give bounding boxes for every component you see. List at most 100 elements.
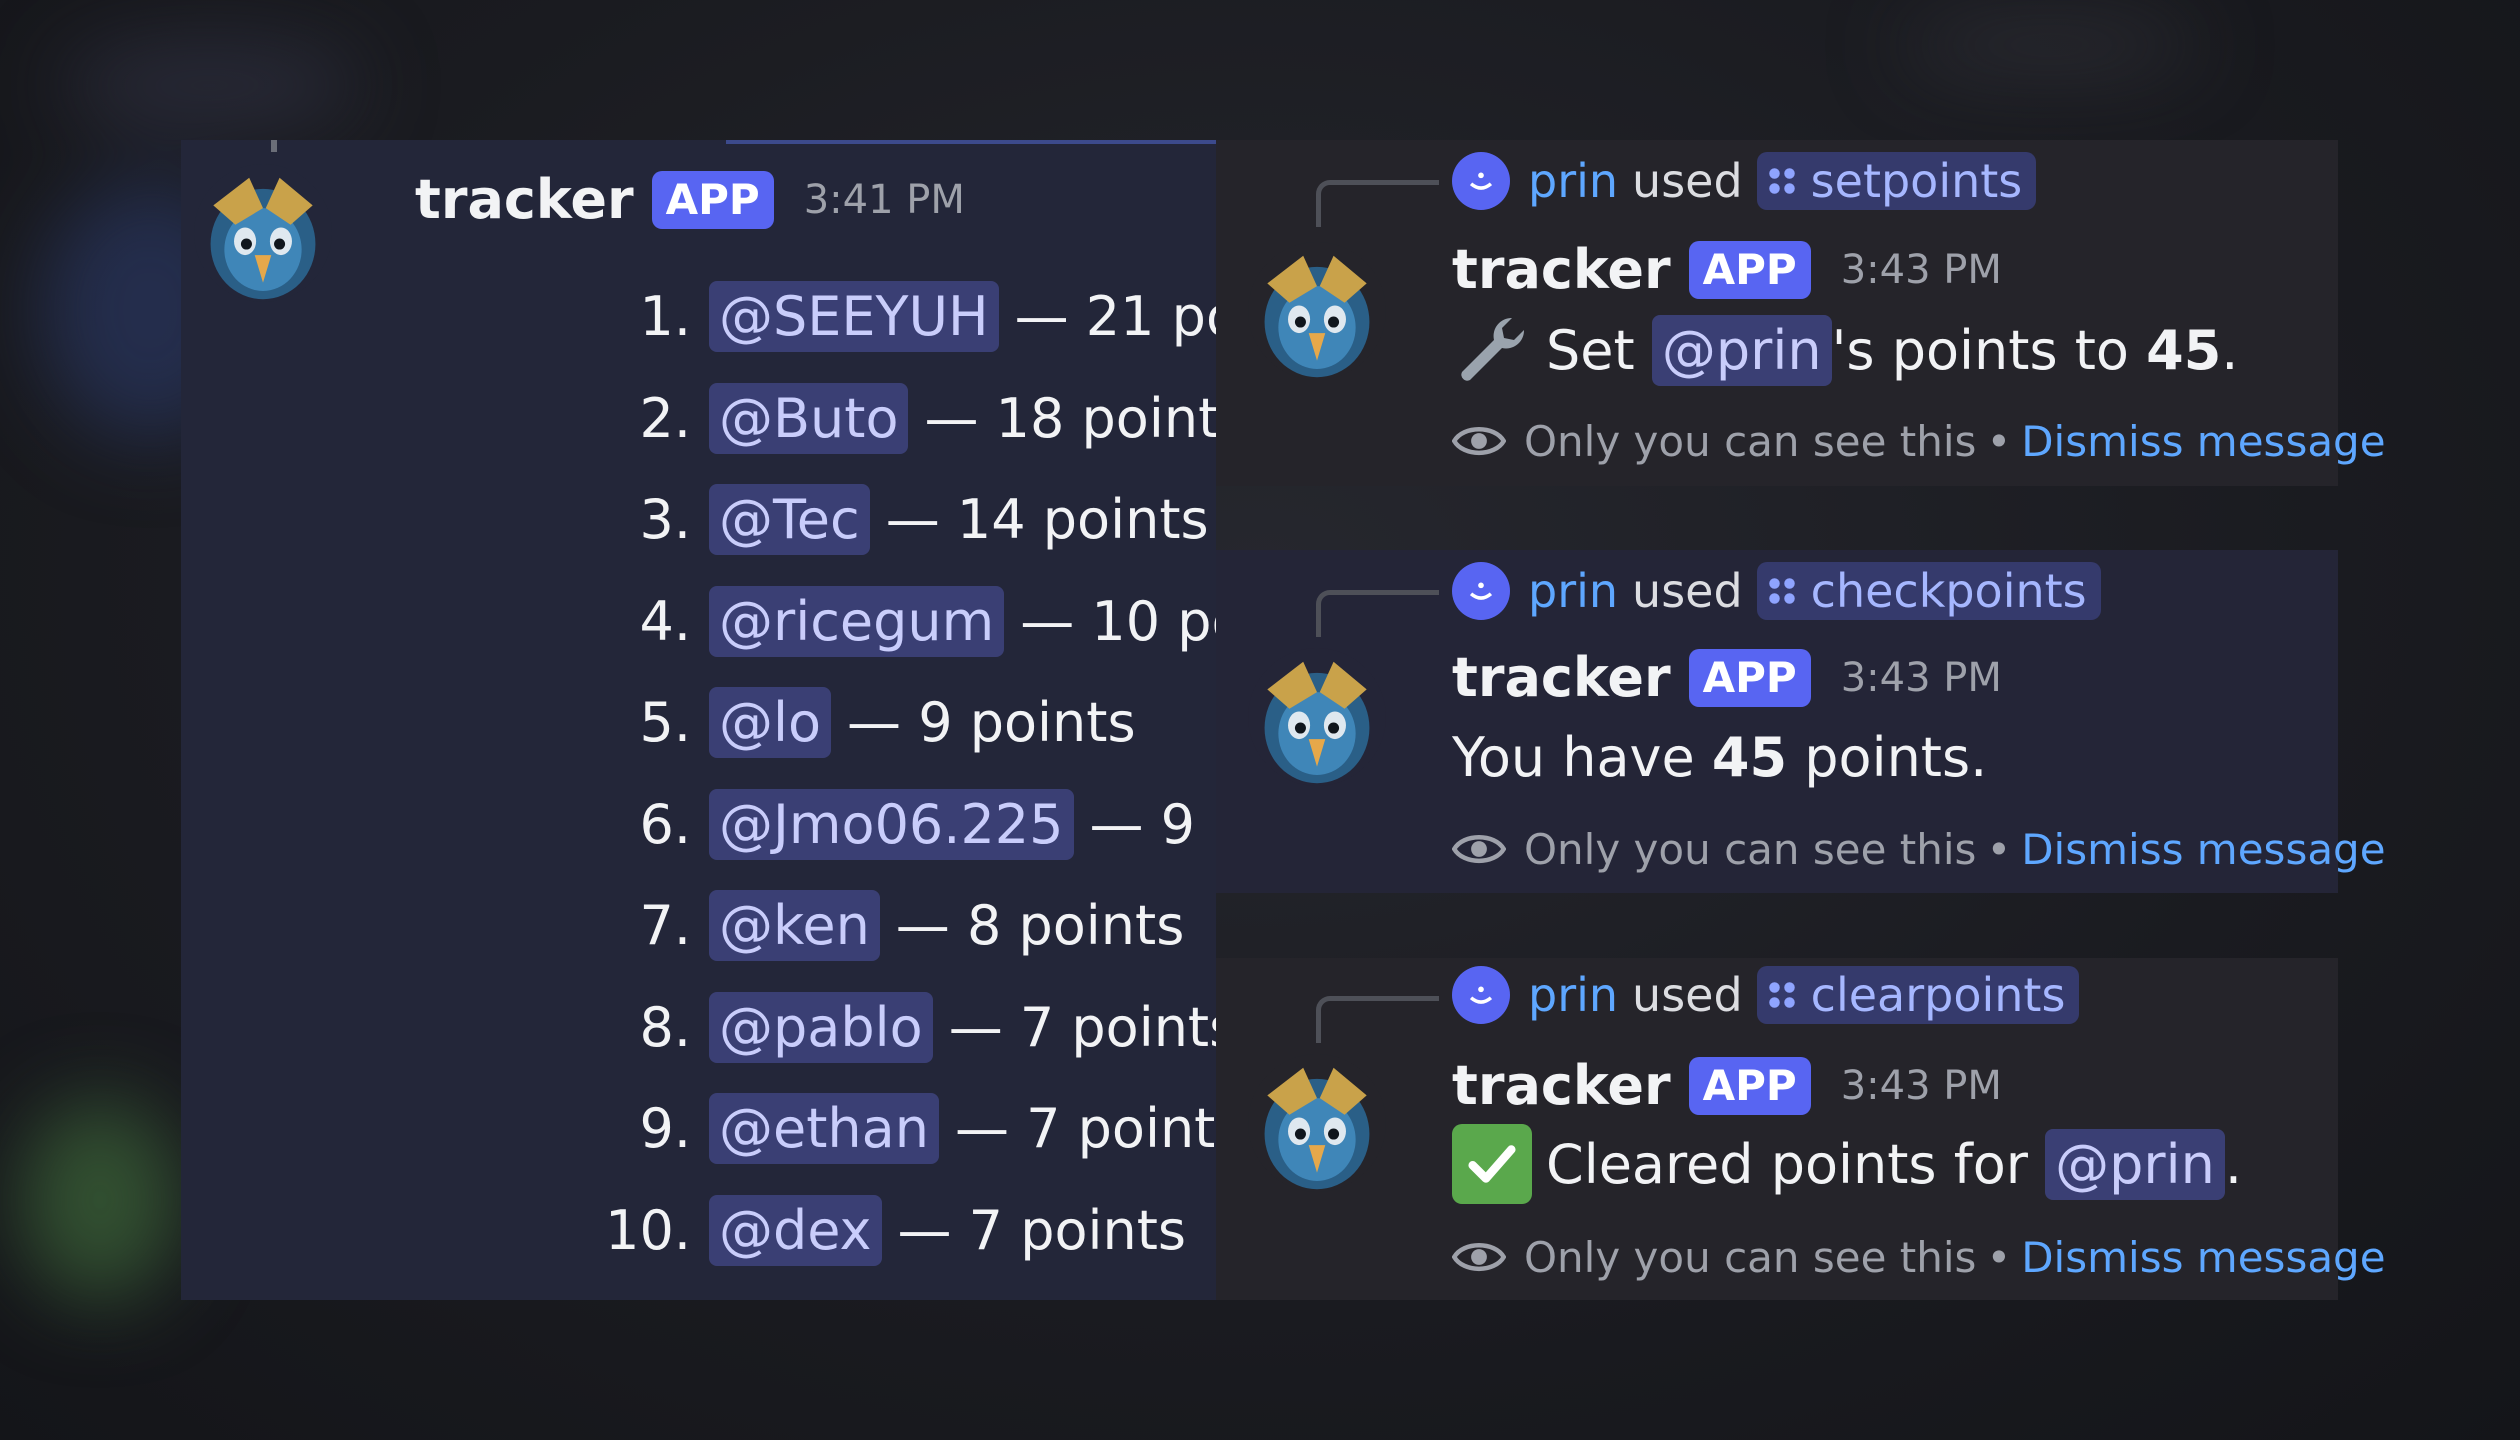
- reply-header: prin used checkpoints: [1452, 562, 2101, 620]
- separator-dot: •: [1986, 824, 2012, 874]
- leaderboard-message: tracker APP 3:41 PM 1. @SEEYUH — 21 points…: [181, 140, 1378, 1300]
- bot-avatar-icon[interactable]: [1248, 242, 1386, 380]
- user-mention[interactable]: @Buto: [709, 382, 909, 454]
- command-name: checkpoints: [1810, 564, 2087, 618]
- points-text: — 8 points: [895, 894, 1185, 958]
- timestamp[interactable]: 3:41 PM: [804, 177, 965, 223]
- message-content: Cleared points for @prin.: [1452, 1124, 2242, 1204]
- rank-number: 8.: [639, 995, 691, 1059]
- reply-header: prin used setpoints: [1452, 152, 2037, 210]
- user-mention[interactable]: @SEEYUH: [709, 281, 999, 353]
- points-value: 45: [1711, 725, 1788, 789]
- wrench-icon: [1461, 317, 1525, 381]
- command-chip[interactable]: clearpoints: [1756, 966, 2080, 1024]
- timestamp[interactable]: 3:43 PM: [1841, 1063, 2002, 1109]
- reply-username[interactable]: prin: [1528, 564, 1618, 618]
- user-mention[interactable]: @pablo: [709, 991, 933, 1063]
- ephemeral-notice: Only you can see this • Dismiss message: [1452, 822, 2386, 876]
- message-text: .: [2221, 318, 2239, 382]
- message-header: tracker APP 3:43 PM: [1452, 1054, 2002, 1117]
- slash-command-icon: [1768, 578, 1795, 604]
- message-text: 's points to: [1831, 318, 2129, 382]
- points-text: — 18 points: [924, 386, 1248, 450]
- message-text: Cleared points for: [1546, 1132, 2028, 1196]
- dismiss-message-link[interactable]: Dismiss message: [2021, 1233, 2385, 1282]
- message-text: .: [2224, 1132, 2243, 1196]
- app-badge: APP: [1688, 648, 1811, 707]
- rank-number: 4.: [639, 589, 691, 653]
- ephemeral-notice: Only you can see this • Dismiss message: [1452, 414, 2386, 468]
- rank-number: 6.: [639, 792, 691, 856]
- user-mention[interactable]: @Jmo06.225: [709, 788, 1074, 860]
- points-text: — 14 points: [885, 488, 1209, 552]
- rank-number: 5.: [639, 691, 691, 755]
- timestamp[interactable]: 3:43 PM: [1841, 247, 2002, 293]
- reply-used-text: used: [1632, 154, 1743, 208]
- app-badge: APP: [651, 170, 774, 229]
- slash-command-icon: [1768, 982, 1795, 1008]
- points-text: — 7 points: [948, 995, 1238, 1059]
- command-name: clearpoints: [1810, 968, 2066, 1022]
- message-text: Set: [1546, 318, 1635, 382]
- user-mention[interactable]: @prin: [1651, 314, 1832, 386]
- eye-icon: [1452, 1243, 1506, 1271]
- bot-avatar-icon[interactable]: [1248, 648, 1386, 786]
- app-badge: APP: [1688, 240, 1811, 299]
- author-name[interactable]: tracker: [1452, 646, 1671, 709]
- points-text: — 7 points: [897, 1198, 1187, 1262]
- bot-avatar-icon[interactable]: [194, 164, 332, 302]
- clearpoints-message: prin used clearpoints tracker APP 3:43 P…: [1216, 958, 2386, 1300]
- user-mention[interactable]: @prin: [2045, 1128, 2225, 1200]
- reply-connector: [1316, 180, 1439, 227]
- user-mention[interactable]: @Tec: [709, 484, 870, 556]
- reply-username[interactable]: prin: [1528, 968, 1618, 1022]
- message-content: Set @prin's points to 45.: [1452, 310, 2238, 390]
- user-avatar-icon[interactable]: [1452, 966, 1510, 1024]
- message-text: You have: [1452, 725, 1695, 789]
- rank-number: 2.: [639, 386, 691, 450]
- user-mention[interactable]: @ethan: [709, 1093, 939, 1165]
- dismiss-message-link[interactable]: Dismiss message: [2021, 417, 2385, 466]
- user-mention[interactable]: @dex: [709, 1194, 882, 1266]
- separator-dot: •: [1986, 1232, 2012, 1282]
- rank-number: 1.: [639, 285, 691, 349]
- author-name[interactable]: tracker: [1452, 238, 1671, 301]
- reply-header: prin used clearpoints: [1452, 966, 2080, 1024]
- command-chip[interactable]: checkpoints: [1756, 562, 2101, 620]
- separator-dot: •: [1986, 416, 2012, 466]
- reply-connector: [1316, 996, 1439, 1043]
- ephemeral-text: Only you can see this: [1524, 824, 1977, 874]
- ephemeral-text: Only you can see this: [1524, 416, 1977, 466]
- divider-tick: [271, 140, 277, 152]
- message-header: tracker APP 3:43 PM: [1452, 238, 2002, 301]
- author-name[interactable]: tracker: [1452, 1054, 1671, 1117]
- author-name[interactable]: tracker: [415, 168, 634, 231]
- ephemeral-notice: Only you can see this • Dismiss message: [1452, 1230, 2386, 1284]
- rank-number: 3.: [639, 488, 691, 552]
- reply-connector: [1316, 590, 1439, 637]
- rank-number: 7.: [639, 894, 691, 958]
- reply-username[interactable]: prin: [1528, 154, 1618, 208]
- message-header: tracker APP 3:41 PM: [415, 168, 965, 231]
- user-mention[interactable]: @ricegum: [709, 585, 1005, 657]
- reply-used-text: used: [1632, 564, 1743, 618]
- dismiss-message-link[interactable]: Dismiss message: [2021, 825, 2385, 874]
- message-header: tracker APP 3:43 PM: [1452, 646, 2002, 709]
- command-chip[interactable]: setpoints: [1756, 152, 2037, 210]
- rank-number: 10.: [605, 1198, 691, 1262]
- message-text: points.: [1804, 725, 1988, 789]
- slash-command-icon: [1768, 168, 1795, 194]
- user-mention[interactable]: @lo: [709, 687, 832, 759]
- highlight-line: [726, 140, 1251, 144]
- user-avatar-icon[interactable]: [1452, 152, 1510, 210]
- eye-icon: [1452, 427, 1506, 455]
- bot-avatar-icon[interactable]: [1248, 1054, 1386, 1192]
- setpoints-message: prin used setpoints tracker APP 3:43 PM …: [1216, 140, 2386, 486]
- user-mention[interactable]: @ken: [709, 890, 880, 962]
- ephemeral-text: Only you can see this: [1524, 1232, 1977, 1282]
- timestamp[interactable]: 3:43 PM: [1841, 655, 2002, 701]
- check-mark-icon: [1452, 1124, 1532, 1204]
- checkpoints-message: prin used checkpoints tracker APP 3:43 P…: [1216, 550, 2386, 893]
- user-avatar-icon[interactable]: [1452, 562, 1510, 620]
- points-text: — 9 points: [847, 691, 1136, 755]
